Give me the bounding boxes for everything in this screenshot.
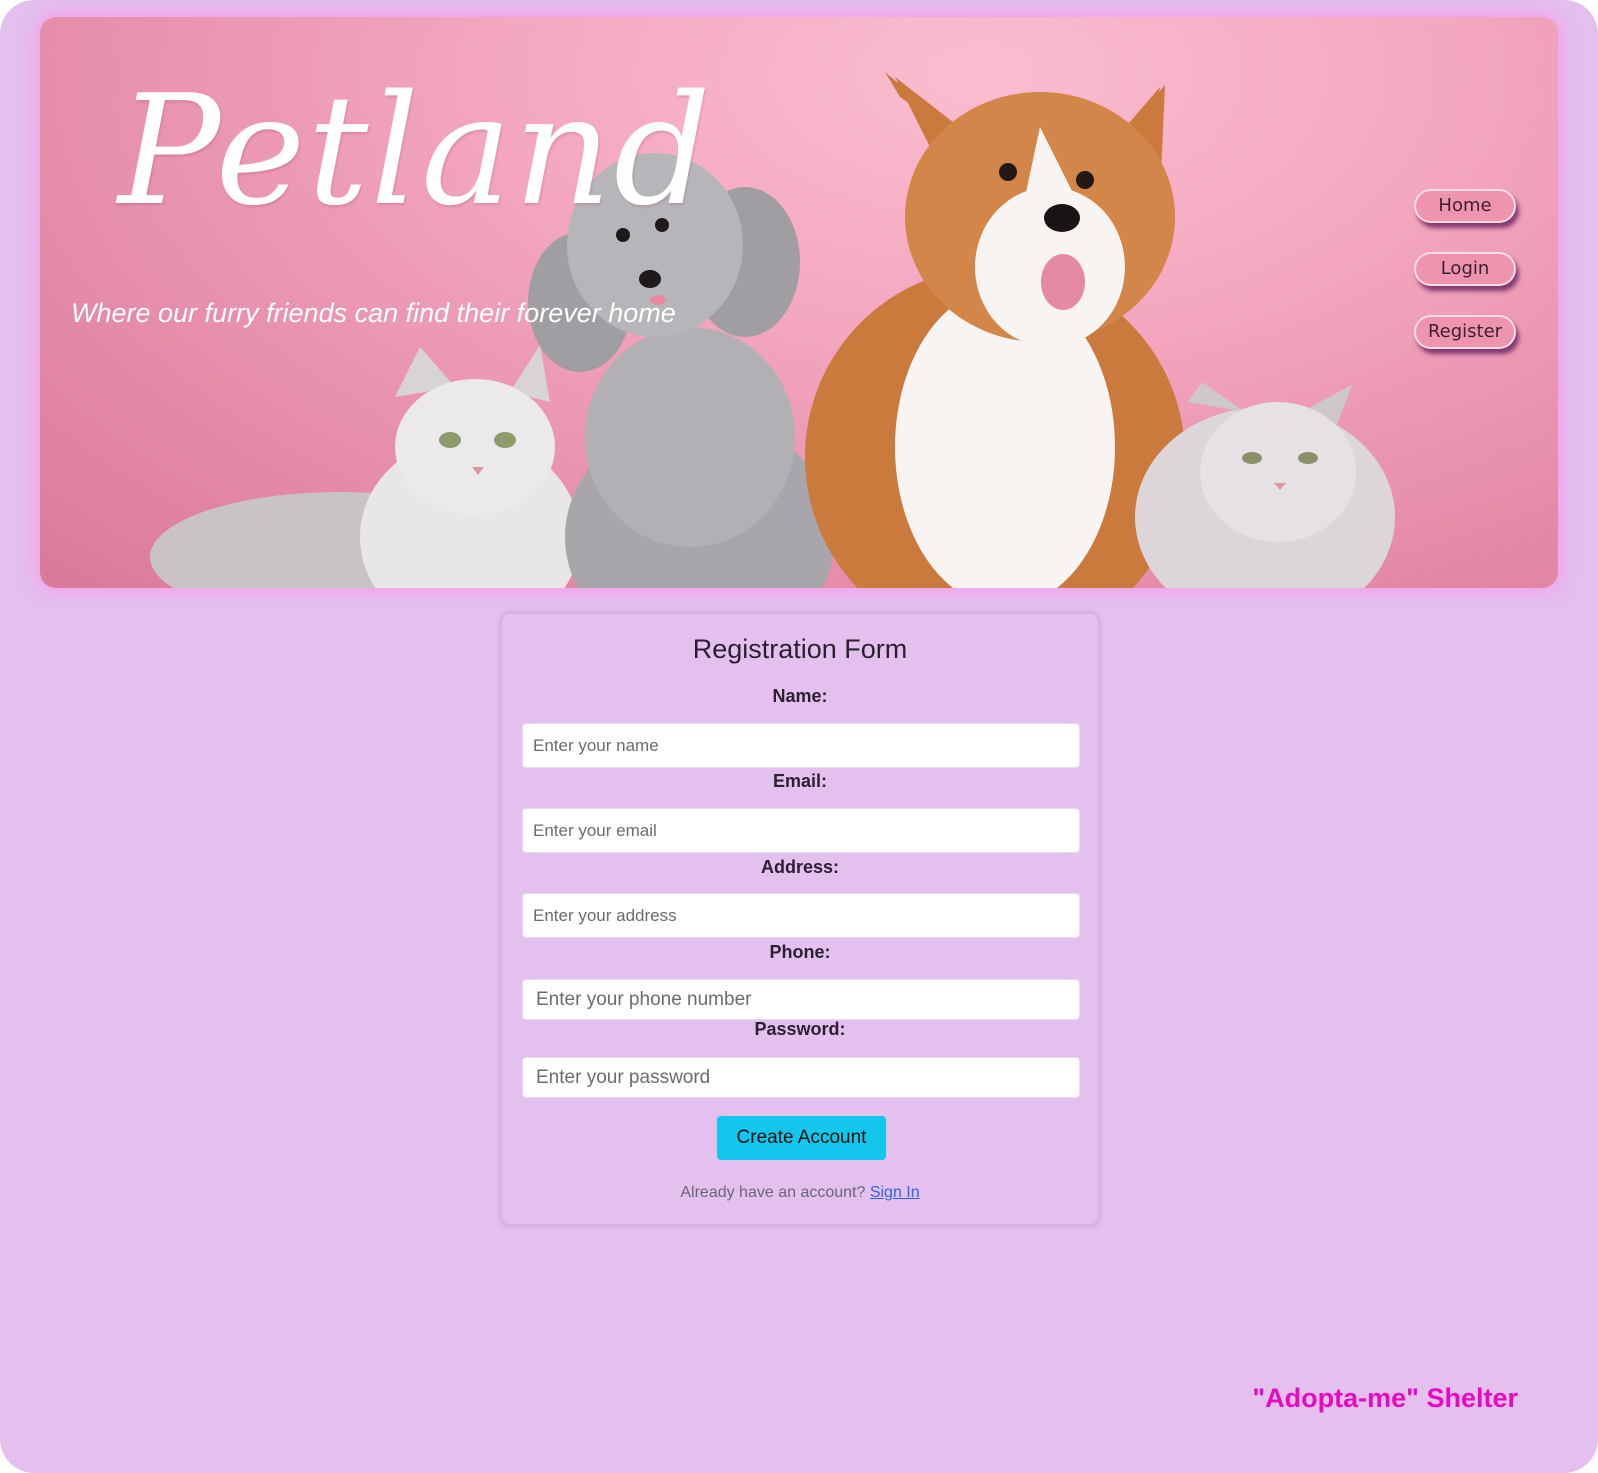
email-label: Email:: [772, 771, 828, 791]
signin-prompt: Already have an account?: [680, 1184, 866, 1201]
registration-form: Registration Form Name: Email: Address: …: [500, 612, 1100, 1226]
nav-register-button[interactable]: Register: [1414, 315, 1516, 349]
nav-home-button[interactable]: Home: [1414, 189, 1516, 223]
address-label: Address:: [760, 857, 840, 877]
left-cat: [150, 345, 580, 588]
name-label: Name:: [772, 686, 828, 706]
form-title: Registration Form: [692, 634, 908, 664]
password-input[interactable]: [522, 1057, 1080, 1098]
create-account-button[interactable]: Create Account: [717, 1116, 886, 1160]
name-input[interactable]: [522, 723, 1080, 768]
phone-label: Phone:: [769, 942, 831, 962]
brand-logo-text: Petland: [118, 62, 713, 239]
page: Petland Where our furry friends can find…: [0, 0, 1598, 1473]
tagline: Where our furry friends can find their f…: [71, 298, 676, 328]
signin-link[interactable]: Sign In: [870, 1184, 920, 1201]
address-input[interactable]: [522, 893, 1080, 938]
footer-shelter-name: "Adopta-me" Shelter: [1252, 1383, 1518, 1413]
main-nav: Home Login Register: [1414, 189, 1516, 378]
email-input[interactable]: [522, 808, 1080, 853]
password-label: Password:: [754, 1019, 846, 1039]
corgi: [805, 72, 1185, 588]
hero-banner: Petland Where our furry friends can find…: [40, 17, 1558, 588]
phone-input[interactable]: [522, 979, 1080, 1020]
signin-row: Already have an account? Sign In: [502, 1184, 1098, 1202]
nav-login-button[interactable]: Login: [1414, 252, 1516, 286]
